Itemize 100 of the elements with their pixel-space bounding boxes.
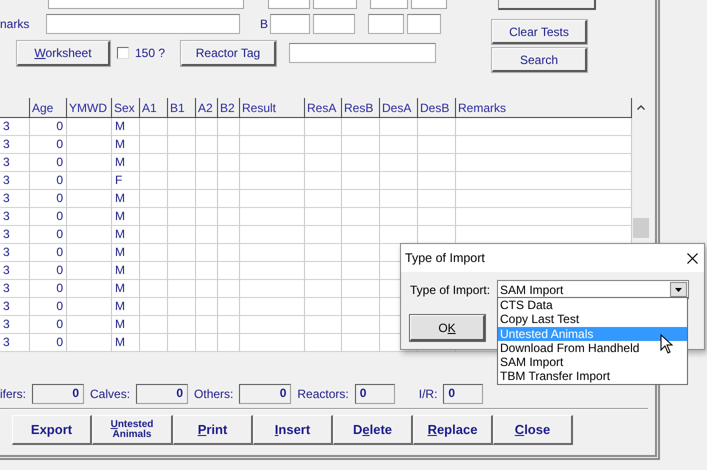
table-cell: M [112, 244, 140, 262]
table-cell: M [112, 298, 140, 316]
table-cell: 3 [0, 190, 30, 208]
input-field[interactable] [411, 0, 447, 9]
table-cell [140, 226, 168, 244]
input-field[interactable] [407, 14, 441, 34]
table-cell [240, 280, 305, 298]
scroll-up-icon[interactable] [637, 105, 645, 110]
input-field[interactable] [313, 0, 357, 9]
ok-button[interactable]: OK [410, 315, 485, 341]
dropdown-option[interactable]: TBM Transfer Import [498, 369, 687, 384]
table-cell: 0 [30, 280, 67, 298]
input-field[interactable] [313, 14, 355, 34]
table-cell [196, 334, 218, 352]
input-field[interactable] [370, 0, 408, 9]
table-cell: 3 [0, 280, 30, 298]
import-type-dropdown[interactable]: SAM Import [497, 280, 689, 299]
table-cell [380, 172, 418, 190]
input-field[interactable] [268, 0, 310, 9]
table-cell [168, 334, 196, 352]
table-cell: 0 [30, 172, 67, 190]
table-cell [342, 334, 380, 352]
table-cell [380, 118, 418, 136]
table-cell [240, 208, 305, 226]
table-cell [140, 262, 168, 280]
dropdown-option[interactable]: SAM Import [498, 355, 687, 370]
table-cell [240, 154, 305, 172]
dropdown-option[interactable]: CTS Data [498, 298, 687, 312]
action-button[interactable]: Delete [333, 415, 413, 445]
table-cell: M [112, 208, 140, 226]
table-cell [196, 280, 218, 298]
table-cell [67, 226, 112, 244]
table-cell [140, 136, 168, 154]
table-cell [305, 316, 342, 334]
table-cell [305, 262, 342, 280]
table-cell [140, 154, 168, 172]
table-cell: 3 [0, 244, 30, 262]
action-button[interactable]: Replace [413, 415, 493, 445]
action-button[interactable]: Close [493, 415, 573, 445]
table-cell [418, 136, 456, 154]
table-cell [218, 136, 240, 154]
table-cell: 0 [30, 334, 67, 352]
table-cell: 3 [0, 298, 30, 316]
action-button[interactable]: Print [173, 415, 253, 445]
table-cell [218, 190, 240, 208]
table-cell [140, 172, 168, 190]
checkbox[interactable] [117, 47, 129, 59]
table-cell [140, 298, 168, 316]
table-cell: 3 [0, 226, 30, 244]
checkbox-label: 150 ? [135, 46, 166, 60]
table-cell: 0 [30, 316, 67, 334]
dropdown-option[interactable]: Copy Last Test [498, 312, 687, 327]
worksheet-button[interactable]: Worksheet [17, 40, 110, 66]
table-cell [380, 154, 418, 172]
table-cell: 3 [0, 316, 30, 334]
table-cell [196, 154, 218, 172]
table-cell [218, 262, 240, 280]
reactor-tag-button[interactable]: Reactor Tag [181, 40, 276, 66]
side-button[interactable]: Clear Tests [492, 20, 587, 44]
count-label: Calves: [90, 387, 130, 401]
action-button[interactable]: Export [12, 415, 92, 445]
table-cell [240, 244, 305, 262]
table-cell [342, 190, 380, 208]
action-button[interactable]: Untested Animals [92, 415, 173, 445]
table-cell [240, 136, 305, 154]
scrollbar-thumb[interactable] [633, 218, 649, 238]
table-cell [240, 262, 305, 280]
table-cell [168, 118, 196, 136]
count-field: 0 [136, 384, 188, 404]
dropdown-option[interactable]: Download From Handheld [498, 340, 687, 356]
dialog-title: Type of Import [405, 251, 485, 265]
table-cell [418, 118, 456, 136]
table-cell: 3 [0, 136, 30, 154]
table-cell [305, 280, 342, 298]
input-field[interactable] [270, 14, 310, 34]
side-button[interactable]: Search [492, 48, 587, 72]
input-field[interactable] [48, 0, 244, 9]
table-cell [342, 316, 380, 334]
table-cell: M [112, 226, 140, 244]
reactor-tag-field[interactable] [289, 43, 436, 63]
table-cell [240, 190, 305, 208]
table-cell [240, 334, 305, 352]
input-field[interactable] [368, 14, 404, 34]
table-cell [342, 208, 380, 226]
table-cell: 0 [30, 208, 67, 226]
table-cell [240, 118, 305, 136]
table-cell: 0 [30, 118, 67, 136]
table-cell: 3 [0, 172, 30, 190]
table-cell [305, 136, 342, 154]
action-button[interactable]: Insert [253, 415, 333, 445]
button[interactable] [498, 0, 596, 10]
table-cell: 3 [0, 262, 30, 280]
table-cell [342, 262, 380, 280]
close-icon[interactable] [687, 252, 698, 264]
table-cell: 0 [30, 262, 67, 280]
table-cell [418, 208, 456, 226]
table-cell: M [112, 316, 140, 334]
remarks-label: narks [0, 17, 30, 31]
remarks-field[interactable] [46, 14, 240, 34]
table-cell [305, 118, 342, 136]
